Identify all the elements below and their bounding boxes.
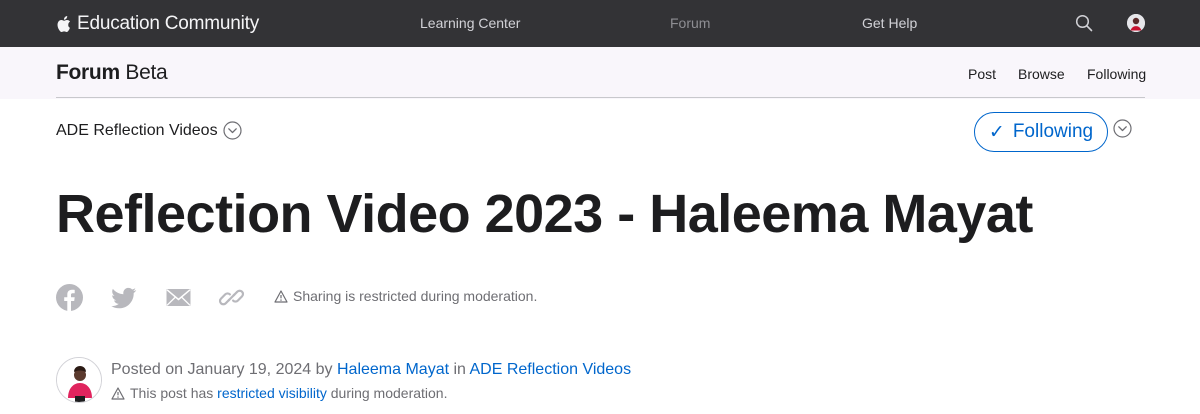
posted-prefix: Posted on [111, 361, 184, 378]
link-icon[interactable] [218, 284, 245, 311]
nav-learning-center[interactable]: Learning Center [420, 15, 520, 31]
follow-options-chevron-icon[interactable] [1113, 119, 1132, 138]
profile-icon[interactable] [1127, 14, 1145, 32]
community-name: ADE Reflection Videos [56, 121, 218, 139]
subnav-browse[interactable]: Browse [1018, 66, 1065, 82]
checkmark-icon: ✓ [988, 121, 1005, 143]
following-button[interactable]: ✓ Following [974, 112, 1108, 152]
share-restricted-note: Sharing is restricted during moderation. [274, 288, 537, 304]
forum-title-light: Beta [125, 61, 168, 84]
subnav-post[interactable]: Post [968, 66, 996, 82]
following-button-label: Following [1012, 121, 1094, 142]
brand-label: Education Community [77, 13, 260, 34]
chevron-down-circle-icon[interactable] [222, 121, 242, 140]
twitter-icon[interactable] [110, 284, 137, 311]
post-title: Reflection Video 2023 - Haleema Mayat [56, 184, 1033, 244]
nav-forum[interactable]: Forum [670, 15, 710, 31]
apple-logo-icon [57, 16, 70, 32]
author-link[interactable]: Haleema Mayat [337, 361, 449, 378]
community-link[interactable]: ADE Reflection Videos [470, 361, 632, 378]
community-selector[interactable]: ADE Reflection Videos [56, 121, 242, 140]
by-word: by [315, 361, 333, 378]
restricted-visibility-link[interactable]: restricted visibility [217, 385, 327, 401]
share-note-text: Sharing is restricted during moderation. [293, 288, 538, 304]
global-nav: Education Community Learning Center Foru… [0, 0, 1200, 47]
mail-icon[interactable] [165, 284, 192, 311]
forum-title-strong: Forum [56, 61, 120, 84]
brand-link[interactable]: Education Community [56, 11, 259, 37]
mod-prefix: This post has [130, 385, 214, 401]
subnav-following[interactable]: Following [1087, 66, 1146, 82]
facebook-icon[interactable] [56, 284, 83, 311]
moderation-note: This post has restricted visibility duri… [111, 385, 448, 401]
warning-icon [111, 386, 125, 400]
forum-subnav: Forum Beta Post Browse Following [0, 47, 1200, 99]
mod-suffix: during moderation. [330, 385, 448, 401]
post-date: January 19, 2024 [187, 361, 312, 378]
search-icon[interactable] [1075, 14, 1093, 32]
in-word: in [453, 361, 466, 378]
forum-title[interactable]: Forum Beta [56, 61, 168, 85]
author-avatar[interactable] [56, 357, 102, 403]
warning-icon [274, 289, 288, 303]
post-meta: Posted on January 19, 2024 by Haleema Ma… [111, 361, 631, 379]
nav-get-help[interactable]: Get Help [862, 15, 917, 31]
